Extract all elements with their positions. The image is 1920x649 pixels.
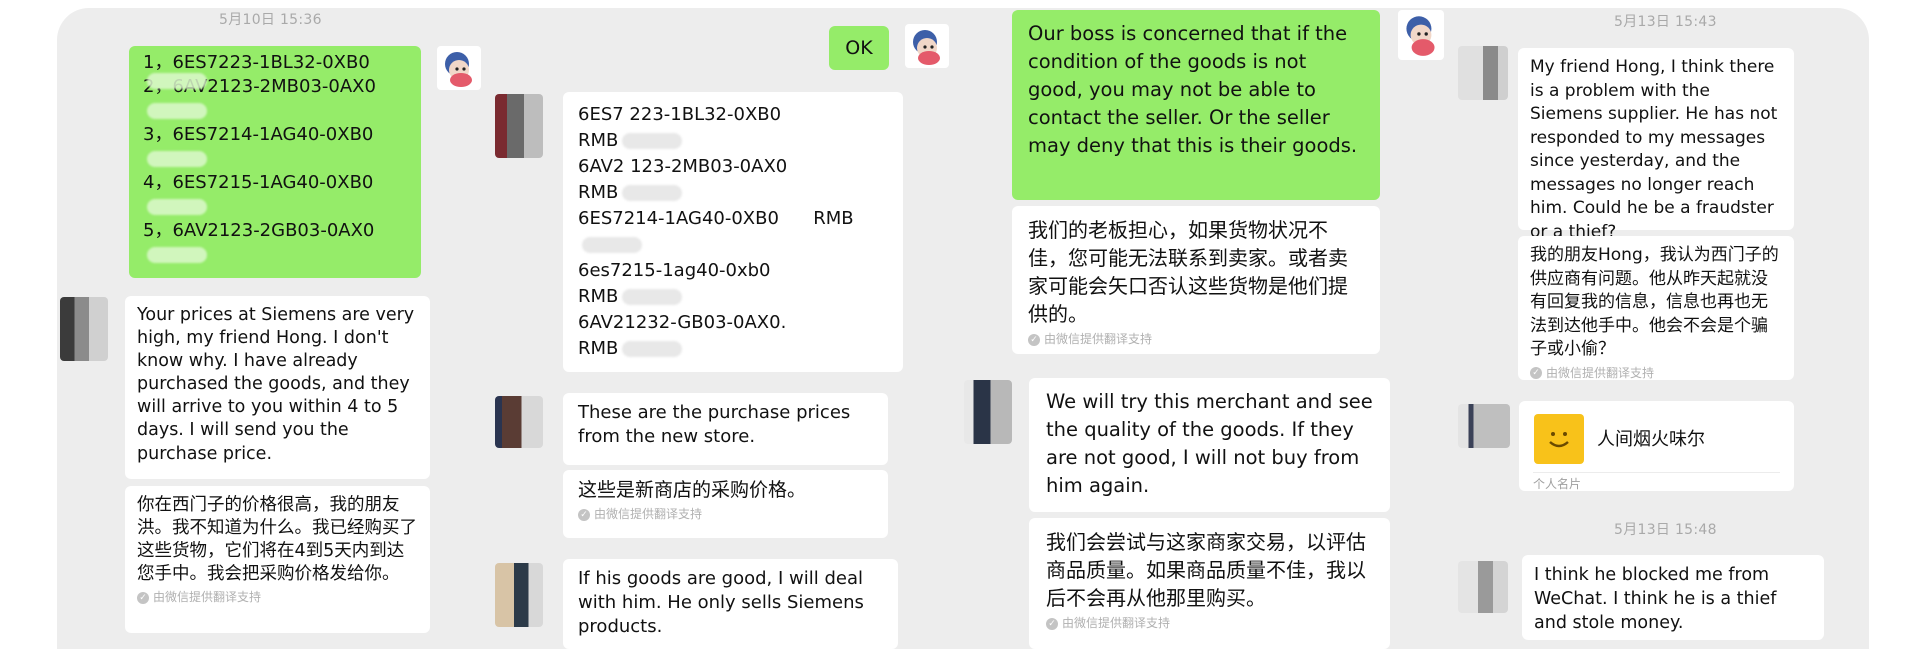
check-icon: ✓ [137, 592, 149, 605]
smiley-logo-icon [1534, 414, 1584, 464]
message-text: 6AV21232-GB03-0AX0. [578, 312, 787, 333]
redacted-text [143, 102, 411, 126]
message-text: 4，6ES7215-1AG40-0XB0 [143, 172, 374, 193]
check-icon: ✓ [1530, 367, 1542, 380]
translation-note: ✓ 由微信提供翻译支持 [137, 590, 418, 606]
message-text: If his goods are good, I will deal with … [578, 568, 864, 637]
divider [1533, 472, 1780, 473]
redacted-text [578, 232, 888, 258]
message-text: These are the purchase prices from the n… [578, 402, 851, 447]
translated-text: 我们的老板担心，如果货物状况不佳，您可能无法联系到卖家。或者卖家可能会矢口否认这… [1028, 218, 1348, 326]
message-bubble-received[interactable]: I think he blocked me from WeChat. I thi… [1522, 555, 1824, 640]
cartoon-avatar-icon [913, 30, 940, 65]
message-text: 6ES7 223-1BL32-0XB0 [578, 104, 782, 125]
timestamp: 5月13日 15:43 [1614, 14, 1717, 30]
timestamp: 5月13日 15:48 [1614, 522, 1717, 538]
translation-note: ✓ 由微信提供翻译支持 [1028, 332, 1364, 348]
message-text: RMB [578, 180, 888, 206]
translated-text: 我的朋友Hong，我认为西门子的供应商有问题。他从昨天起就没有回复我的信息，信息… [1530, 245, 1779, 359]
message-text: OK [845, 37, 873, 59]
translation-note: ✓ 由微信提供翻译支持 [1530, 366, 1782, 382]
message-bubble-received[interactable]: If his goods are good, I will deal with … [563, 559, 898, 649]
user-avatar-self[interactable] [905, 24, 949, 68]
cartoon-avatar-icon [445, 52, 472, 87]
user-avatar-self[interactable] [437, 46, 481, 90]
translation-bubble: 我的朋友Hong，我认为西门子的供应商有问题。他从昨天起就没有回复我的信息，信息… [1518, 236, 1794, 380]
message-text: 5，6AV2123-2GB03-0AX0 [143, 220, 375, 241]
contact-avatar[interactable] [1458, 46, 1508, 100]
contact-avatar[interactable] [495, 563, 543, 627]
message-bubble-received[interactable]: Your prices at Siemens are very high, my… [125, 296, 430, 479]
message-text: RMB [578, 284, 888, 310]
message-text: RMB [578, 128, 888, 154]
translation-bubble: 我们会尝试与这家商家交易，以评估商品质量。如果商品质量不佳，我以后不会再从他那里… [1029, 518, 1390, 649]
message-text: 6ES7214-1AG40-0XB0 RMB [578, 208, 854, 229]
contact-avatar[interactable] [60, 297, 108, 361]
message-bubble-received[interactable]: These are the purchase prices from the n… [563, 393, 888, 465]
message-bubble-received[interactable]: My friend Hong, I think there is a probl… [1518, 48, 1794, 242]
message-bubble-received[interactable]: We will try this merchant and see the qu… [1029, 378, 1390, 512]
contact-avatar[interactable] [495, 94, 543, 158]
translation-note: ✓ 由微信提供翻译支持 [1046, 616, 1373, 632]
message-bubble-sent[interactable]: 1，6ES7223-1BL32-0XB0 2，6AV2123-2MB03-0AX… [129, 46, 421, 278]
message-bubble-sent[interactable]: Our boss is concerned that if the condit… [1012, 10, 1380, 200]
check-icon: ✓ [578, 508, 590, 521]
redacted-text [143, 246, 411, 270]
message-text: RMB [578, 336, 888, 362]
translation-note: ✓ 由微信提供翻译支持 [578, 507, 873, 523]
translation-bubble: 你在西门子的价格很高，我的朋友洪。我不知道为什么。我已经购买了这些货物，它们将在… [125, 486, 430, 633]
contact-avatar[interactable] [1458, 404, 1510, 448]
translation-bubble: 这些是新商店的采购价格。 ✓ 由微信提供翻译支持 [563, 470, 888, 538]
contact-card-name: 人间烟火味尔 [1597, 429, 1705, 450]
message-text: 6es7215-1ag40-0xb0 [578, 260, 771, 281]
redacted-text [143, 150, 411, 174]
contact-card[interactable]: 人间烟火味尔 个人名片 [1519, 401, 1794, 491]
message-bubble-received[interactable]: 6ES7 223-1BL32-0XB0 RMB 6AV2 123-2MB03-0… [563, 92, 903, 372]
redacted-text [143, 198, 411, 222]
message-text: 3，6ES7214-1AG40-0XB0 [143, 124, 374, 145]
message-text: Your prices at Siemens are very high, my… [137, 305, 415, 464]
contact-avatar[interactable] [495, 396, 543, 448]
message-text: Our boss is concerned that if the condit… [1028, 22, 1358, 157]
message-text: My friend Hong, I think there is a probl… [1530, 57, 1778, 242]
contact-avatar[interactable] [964, 380, 1012, 444]
contact-card-label: 个人名片 [1533, 477, 1582, 491]
translation-bubble: 我们的老板担心，如果货物状况不佳，您可能无法联系到卖家。或者卖家可能会矢口否认这… [1012, 206, 1380, 354]
cartoon-avatar-icon [1406, 16, 1435, 56]
message-text: 6AV2 123-2MB03-0AX0 [578, 156, 788, 177]
contact-avatar[interactable] [1458, 561, 1508, 613]
translated-text: 这些是新商店的采购价格。 [578, 479, 807, 501]
message-text: 1，6ES7223-1BL32-0XB0 [143, 54, 411, 89]
check-icon: ✓ [1046, 617, 1058, 630]
translated-text: 你在西门子的价格很高，我的朋友洪。我不知道为什么。我已经购买了这些货物，它们将在… [137, 495, 417, 585]
message-text: We will try this merchant and see the qu… [1046, 390, 1373, 497]
timestamp: 5月10日 15:36 [219, 12, 322, 28]
user-avatar-self[interactable] [1398, 10, 1444, 60]
message-bubble-sent[interactable]: OK [829, 26, 889, 70]
message-text: I think he blocked me from WeChat. I thi… [1534, 565, 1777, 633]
check-icon: ✓ [1028, 333, 1040, 346]
translated-text: 我们会尝试与这家商家交易，以评估商品质量。如果商品质量不佳，我以后不会再从他那里… [1046, 530, 1366, 610]
